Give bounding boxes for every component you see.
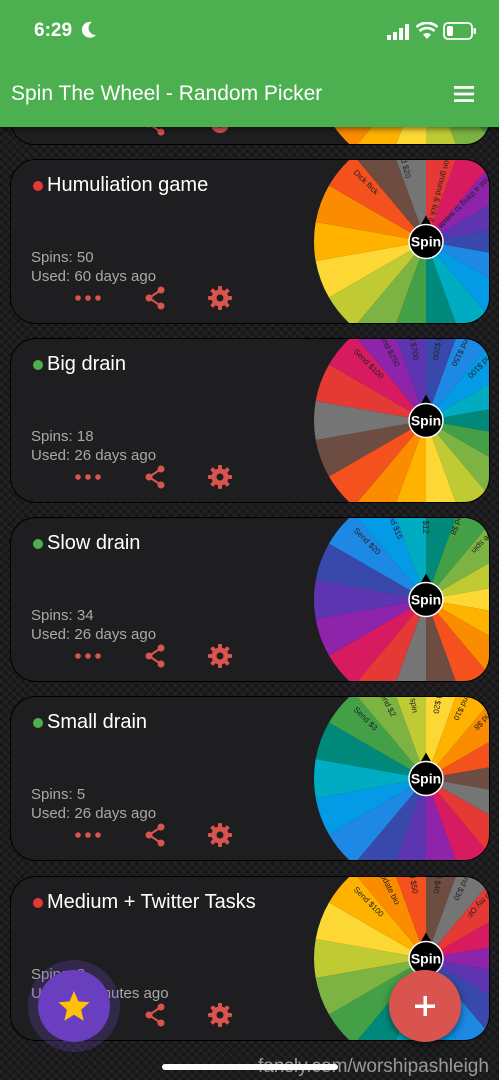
last-used: Used: 26 days ago	[31, 447, 157, 464]
share-icon[interactable]	[140, 285, 170, 311]
spins-count: Spins: 50	[31, 249, 94, 266]
wheel[interactable]: Send $100Send $250 Send $700 Send $200 Send…	[304, 339, 490, 502]
last-used: Used: 26 days ago	[31, 626, 157, 643]
share-icon[interactable]	[140, 822, 170, 848]
wheel-title[interactable]: Slow drain	[47, 532, 140, 555]
more-options-icon[interactable]	[73, 643, 103, 669]
watermark: fansly.com/worshipashleigh	[258, 1056, 489, 1077]
wheel-title[interactable]: Medium + Twitter Tasks	[47, 891, 256, 914]
favorites-button[interactable]	[38, 970, 110, 1042]
wheel-title[interactable]: Small drain	[47, 711, 147, 734]
gear-icon[interactable]	[205, 822, 235, 848]
status-time: 6:29	[34, 20, 73, 41]
status-dot	[33, 360, 43, 370]
wheel[interactable]: Send $3Send $2Free spinSend $20Send $10S…	[304, 697, 490, 860]
wheel[interactable]: Send $20Send $15Send $12Send $8Free spin…	[304, 518, 490, 681]
wheel[interactable]: Dick flickSend $20 Spit on ground & lick …	[304, 160, 490, 323]
status-dot	[33, 181, 43, 191]
spin-label: Spin	[411, 951, 441, 967]
wheel-title[interactable]: Humuliation game	[47, 174, 208, 197]
gear-icon[interactable]	[205, 643, 235, 669]
more-options-icon[interactable]	[73, 464, 103, 490]
wheel-label: Send $12	[421, 518, 430, 534]
status-dot	[33, 539, 43, 549]
hamburger-menu-icon[interactable]	[452, 82, 476, 106]
add-wheel-button[interactable]	[389, 970, 461, 1042]
more-options-icon[interactable]	[73, 822, 103, 848]
share-icon[interactable]	[140, 464, 170, 490]
more-options-icon[interactable]	[73, 285, 103, 311]
plus-icon	[415, 996, 435, 1016]
spin-label: Spin	[411, 234, 441, 250]
wifi-icon	[416, 22, 438, 39]
last-used: Used: 26 days ago	[31, 805, 157, 822]
gear-icon[interactable]	[205, 464, 235, 490]
spin-label: Spin	[411, 771, 441, 787]
gear-icon[interactable]	[205, 1002, 235, 1028]
gear-icon[interactable]	[205, 285, 235, 311]
share-icon[interactable]	[140, 1002, 170, 1028]
battery-icon	[443, 22, 476, 40]
spins-count: Spins: 34	[31, 607, 94, 624]
wheel-card[interactable]: Humuliation game Spins: 50 Used: 60 days…	[10, 159, 490, 324]
wheel-card[interactable]: Big drain Spins: 18 Used: 26 days ago Se…	[10, 338, 490, 503]
signal-icon	[387, 24, 409, 40]
app-title: Spin The Wheel - Random Picker	[11, 82, 323, 105]
wheel-card[interactable]: Small drain Spins: 5 Used: 26 days ago S…	[10, 696, 490, 861]
spin-label: Spin	[411, 592, 441, 608]
spin-label: Spin	[411, 413, 441, 429]
star-icon	[58, 991, 90, 1021]
status-dot	[33, 898, 43, 908]
spins-count: Spins: 18	[31, 428, 94, 445]
last-used: Used: 60 days ago	[31, 268, 157, 285]
spins-count: Spins: 5	[31, 786, 86, 803]
wheel-title[interactable]: Big drain	[47, 353, 126, 376]
status-dot	[33, 718, 43, 728]
moon-icon	[81, 21, 96, 38]
app-bar: 6:29 Spin The Wheel - Random Picker	[0, 0, 499, 127]
wheel-card[interactable]: Slow drain Spins: 34 Used: 26 days ago S…	[10, 517, 490, 682]
share-icon[interactable]	[140, 643, 170, 669]
